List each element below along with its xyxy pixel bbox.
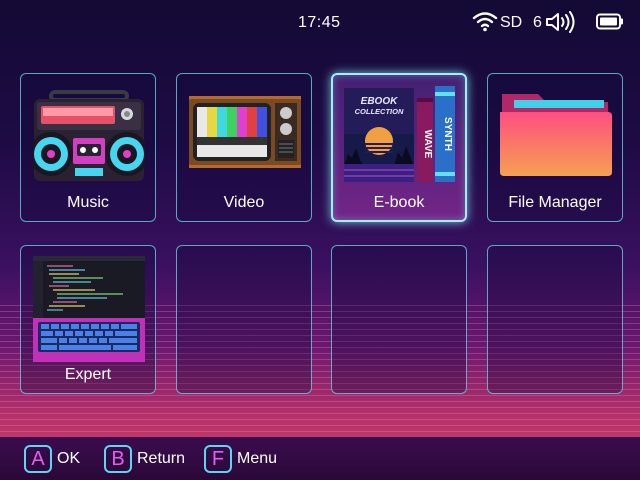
volume-level: 6 (533, 14, 542, 31)
app-tile-ebook[interactable]: EBOOK COLLECTION WAVE SYNTH E-book (331, 73, 467, 222)
clock: 17:45 (298, 14, 341, 31)
app-label: E-book (373, 194, 425, 211)
b-key-icon: B (104, 445, 132, 473)
app-tile-expert[interactable]: Expert (20, 245, 156, 394)
app-label: File Manager (508, 194, 602, 211)
app-tile-empty[interactable] (176, 245, 312, 394)
status-bar: 17:45 SD 6 (0, 0, 640, 44)
sd-card-indicator: SD (500, 14, 523, 31)
retro-tv-icon (189, 96, 301, 168)
wifi-icon (472, 12, 498, 32)
volume-icon (546, 11, 575, 33)
ebook-spine-wave: WAVE (422, 130, 433, 159)
app-tile-music[interactable]: Music (20, 73, 156, 222)
ebook-cover-subtitle: COLLECTION (355, 107, 404, 116)
battery-icon (596, 13, 623, 30)
laptop-code-icon (33, 256, 145, 362)
a-key-icon: A (24, 445, 52, 473)
ok-hint[interactable]: A OK (24, 445, 80, 473)
menu-label: Menu (237, 450, 278, 467)
book-stack-icon: EBOOK COLLECTION WAVE SYNTH (344, 86, 455, 182)
app-tile-empty[interactable] (487, 245, 623, 394)
app-tile-empty[interactable] (331, 245, 467, 394)
ebook-cover-title: EBOOK (361, 96, 398, 107)
menu-hint[interactable]: F Menu (204, 445, 277, 473)
ok-label: OK (57, 450, 81, 467)
folder-icon (500, 94, 612, 176)
app-label: Music (67, 194, 109, 211)
app-label: Video (223, 194, 265, 211)
f-key-icon: F (204, 445, 232, 473)
return-label: Return (137, 450, 186, 467)
boombox-icon (33, 90, 145, 181)
button-hint-bar: A OK B Return F Menu (0, 437, 640, 480)
app-tile-file-manager[interactable]: File Manager (487, 73, 623, 222)
app-label: Expert (64, 366, 112, 383)
return-hint[interactable]: B Return (104, 445, 185, 473)
app-tile-video[interactable]: Video (176, 73, 312, 222)
ebook-spine-synth: SYNTH (442, 117, 453, 151)
